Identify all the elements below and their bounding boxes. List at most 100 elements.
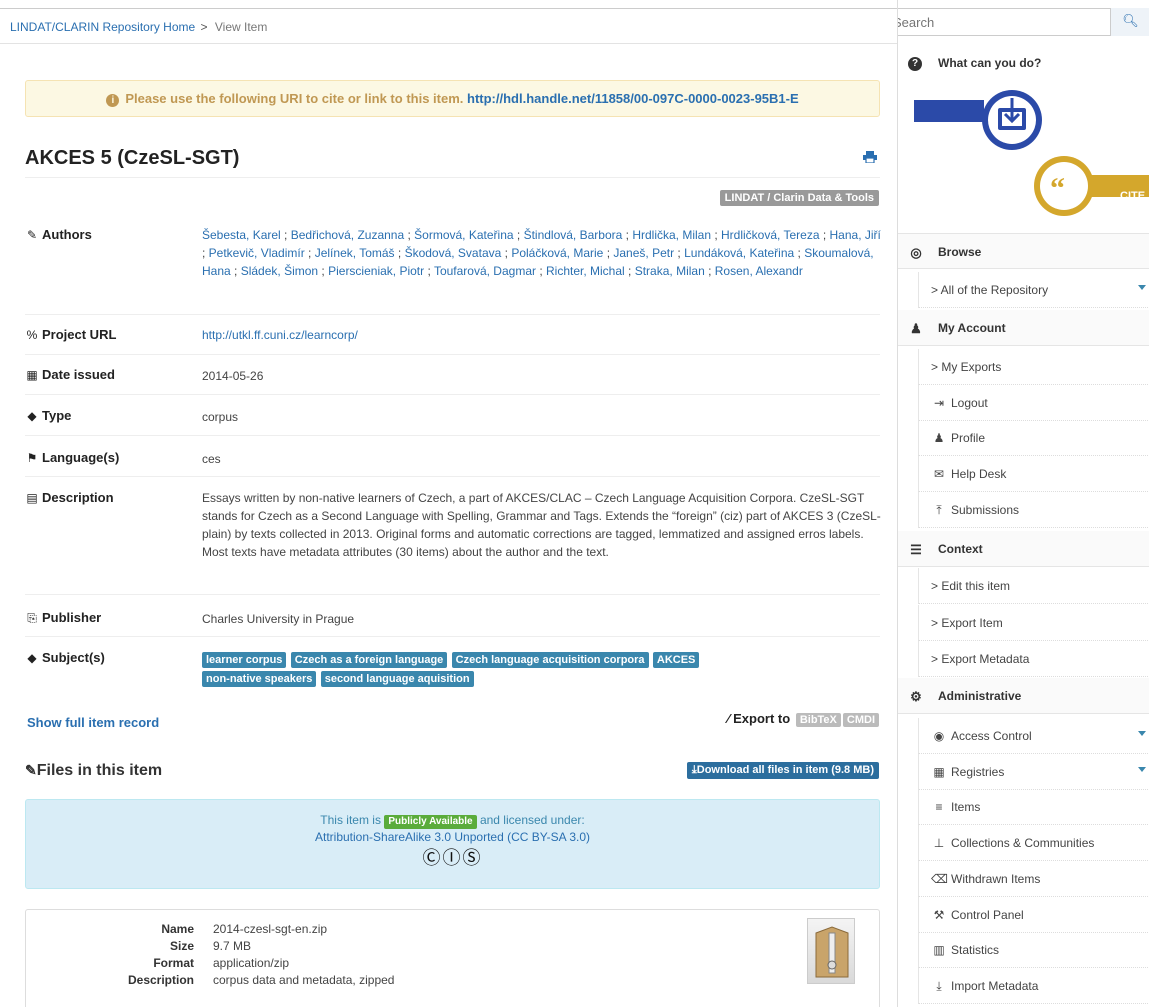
file-format: application/zip bbox=[213, 956, 290, 970]
project-url-row: % Project URL http://utkl.ff.cuni.cz/lear… bbox=[25, 314, 880, 354]
publisher-row: ⎘ Publisher Charles University in Prague bbox=[25, 594, 880, 636]
author-separator: ; bbox=[424, 264, 434, 278]
question-icon: ? bbox=[908, 57, 922, 71]
download-all-button[interactable]: ⤓Download all files in item (9.8 MB) bbox=[686, 762, 879, 779]
author-link[interactable]: Lundáková, Kateřina bbox=[684, 246, 794, 260]
pencil-icon: ✎ bbox=[26, 228, 38, 242]
description-row: ▤ Description Essays written by non-nativ… bbox=[25, 476, 881, 594]
subjects-list: learner corpus Czech as a foreign langua… bbox=[202, 651, 802, 689]
breadcrumb-bar: LINDAT/CLARIN Repository Home > View Ite… bbox=[0, 8, 897, 44]
sidebar-item-items[interactable]: ≡ Items bbox=[918, 789, 1149, 825]
print-icon[interactable] bbox=[863, 151, 877, 163]
author-link[interactable]: Bedřichová, Zuzanna bbox=[291, 228, 404, 242]
account-header: ♟ My Account bbox=[898, 310, 1149, 346]
sidebar-item-registries[interactable]: ▦ Registries bbox=[918, 754, 1149, 790]
sidebar-item-my-exports[interactable]: > My Exports bbox=[918, 349, 1149, 385]
show-full-record-link[interactable]: Show full item record bbox=[27, 715, 159, 730]
collection-badge[interactable]: LINDAT / Clarin Data & Tools bbox=[719, 190, 879, 206]
author-link[interactable]: Štindlová, Barbora bbox=[524, 228, 623, 242]
license-link[interactable]: Attribution-ShareAlike 3.0 Unported (CC … bbox=[315, 830, 590, 844]
subject-tag[interactable]: second language aquisition bbox=[320, 671, 474, 687]
license-post: and licensed under: bbox=[479, 813, 585, 827]
subject-tag[interactable]: non-native speakers bbox=[202, 671, 317, 687]
handle-uri-link[interactable]: http://hdl.handle.net/11858/00-097C-0000… bbox=[467, 91, 799, 106]
zip-file-icon[interactable] bbox=[807, 918, 855, 984]
subject-tag[interactable]: Czech language acquisition corpora bbox=[451, 652, 649, 668]
author-link[interactable]: Šebesta, Karel bbox=[202, 228, 281, 242]
publisher-value: Charles University in Prague bbox=[202, 612, 355, 626]
sidebar-item-all-repository[interactable]: > All of the Repository bbox=[918, 272, 1149, 308]
author-link[interactable]: Hrdličková, Tereza bbox=[721, 228, 819, 242]
language-label: ⚑ Language(s) bbox=[26, 450, 120, 465]
author-link[interactable]: Jelínek, Tomáš bbox=[315, 246, 395, 260]
profile-icon: ♟ bbox=[933, 431, 945, 445]
author-link[interactable]: Pierscieniak, Piotr bbox=[328, 264, 424, 278]
gears-icon: ⚙ bbox=[910, 689, 922, 704]
description-value: Essays written by non-native learners of… bbox=[202, 491, 881, 559]
sidebar-item-help-desk[interactable]: ✉ Help Desk bbox=[918, 456, 1149, 492]
author-link[interactable]: Toufarová, Dagmar bbox=[434, 264, 536, 278]
search-icon: 🔍︎ bbox=[1122, 13, 1139, 28]
author-link[interactable]: Hana, Jiří bbox=[830, 228, 881, 242]
wrench-icon: ⚒ bbox=[933, 908, 945, 922]
sidebar-item-edit-item[interactable]: > Edit this item bbox=[918, 568, 1149, 604]
deposit-button[interactable]: DEPOSIT bbox=[918, 125, 966, 137]
file-description: corpus data and metadata, zipped bbox=[213, 973, 395, 987]
author-separator: ; bbox=[501, 246, 512, 260]
author-link[interactable]: Rosen, Alexandr bbox=[715, 264, 803, 278]
date-value: 2014-05-26 bbox=[202, 369, 264, 383]
author-separator: ; bbox=[202, 246, 209, 260]
sidebar-item-export-metadata[interactable]: > Export Metadata bbox=[918, 641, 1149, 677]
type-value: corpus bbox=[202, 410, 239, 424]
type-row: ◆ Type corpus bbox=[25, 394, 880, 435]
sidebar-item-statistics[interactable]: ▥ Statistics bbox=[918, 932, 1149, 968]
subject-tag[interactable]: Czech as a foreign language bbox=[290, 652, 448, 668]
cite-button[interactable]: CITE bbox=[1120, 190, 1145, 202]
sidebar-item-logout[interactable]: ⇥ Logout bbox=[918, 385, 1149, 421]
author-link[interactable]: Petkevič, Vladimír bbox=[209, 246, 305, 260]
bibtex-button[interactable]: BibTeX bbox=[795, 713, 841, 727]
author-link[interactable]: Janeš, Petr bbox=[613, 246, 674, 260]
subject-tag[interactable]: learner corpus bbox=[202, 652, 287, 668]
license-pre: This item is bbox=[320, 813, 381, 827]
browse-header: ◎ Browse bbox=[898, 233, 1149, 269]
project-url-link[interactable]: http://utkl.ff.cuni.cz/learncorp/ bbox=[202, 328, 358, 342]
cmdi-button[interactable]: CMDI bbox=[842, 713, 879, 727]
chevron-down-icon bbox=[1138, 767, 1146, 772]
subject-tag[interactable]: AKCES bbox=[652, 652, 700, 668]
sidebar-item-export-item[interactable]: > Export Item bbox=[918, 605, 1149, 641]
sidebar-item-access-control[interactable]: ◉ Access Control bbox=[918, 718, 1149, 754]
file-entry: Name 2014-czesl-sgt-en.zip Size 9.7 MB F… bbox=[25, 909, 880, 1007]
sidebar-item-profile[interactable]: ♟ Profile bbox=[918, 420, 1149, 456]
cite-alert-text: Please use the following URI to cite or … bbox=[125, 91, 464, 106]
breadcrumb: LINDAT/CLARIN Repository Home > View Ite… bbox=[10, 20, 267, 34]
sidebar-item-withdrawn[interactable]: ⌫ Withdrawn Items bbox=[918, 861, 1149, 897]
context-header: ☰ Context bbox=[898, 531, 1149, 567]
sidebar-item-submissions[interactable]: ⤒ Submissions bbox=[918, 492, 1149, 528]
author-link[interactable]: Poláčková, Marie bbox=[511, 246, 603, 260]
project-url-label: % Project URL bbox=[26, 327, 117, 342]
sidebar-item-collections[interactable]: ⊥ Collections & Communities bbox=[918, 825, 1149, 861]
author-link[interactable]: Straka, Milan bbox=[635, 264, 705, 278]
sidebar-item-control-panel[interactable]: ⚒ Control Panel bbox=[918, 897, 1149, 933]
author-link[interactable]: Šormová, Kateřina bbox=[414, 228, 513, 242]
author-link[interactable]: Sládek, Šimon bbox=[241, 264, 318, 278]
breadcrumb-current: View Item bbox=[214, 20, 268, 34]
chevron-down-icon bbox=[1138, 731, 1146, 736]
author-separator: ; bbox=[394, 246, 405, 260]
date-row: ▦ Date issued 2014-05-26 bbox=[25, 354, 880, 394]
search-button[interactable]: 🔍︎ bbox=[1110, 8, 1149, 36]
author-link[interactable]: Hrdlička, Milan bbox=[632, 228, 711, 242]
author-link[interactable]: Richter, Michal bbox=[546, 264, 625, 278]
document-icon: ▤ bbox=[26, 491, 38, 505]
author-link[interactable]: Škodová, Svatava bbox=[405, 246, 502, 260]
language-value: ces bbox=[202, 452, 221, 466]
chevron-down-icon bbox=[1138, 285, 1146, 290]
author-separator: ; bbox=[704, 264, 715, 278]
search-input[interactable] bbox=[898, 13, 1093, 31]
file-format-label: Format bbox=[153, 956, 194, 970]
sidebar-item-import-metadata[interactable]: ⤓ Import Metadata bbox=[918, 968, 1149, 1004]
file-description-label: Description bbox=[127, 973, 194, 987]
date-label: ▦ Date issued bbox=[26, 367, 115, 382]
breadcrumb-home-link[interactable]: LINDAT/CLARIN Repository Home bbox=[10, 20, 195, 34]
